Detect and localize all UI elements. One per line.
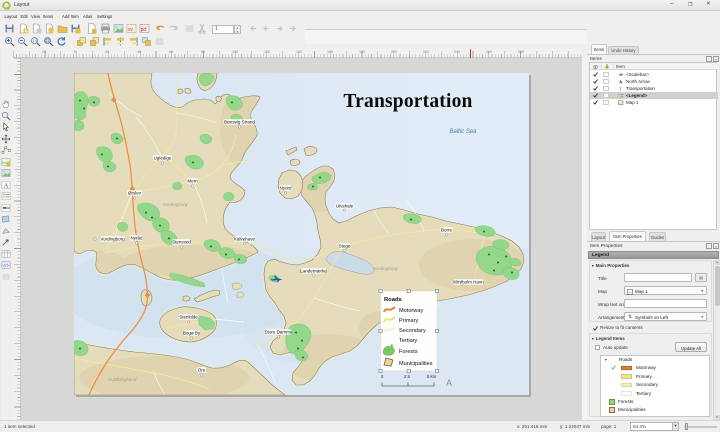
svg-text:Motorway: Motorway <box>399 308 423 314</box>
svg-text:pd: pd <box>141 27 147 33</box>
svg-text:Baltic Sea: Baltic Sea <box>449 129 477 135</box>
svg-text:A: A <box>4 182 9 189</box>
svg-text:Ugledige: Ugledige <box>153 156 171 161</box>
svg-text:Nyråd: Nyråd <box>130 235 143 241</box>
svg-text:Transportation: Transportation <box>343 91 472 112</box>
svg-text:Secondary: Secondary <box>399 328 426 334</box>
svg-text:Store Damme: Store Damme <box>264 330 292 335</box>
svg-text:Vordingborg: Vordingborg <box>162 202 187 207</box>
svg-text:Ørslev: Ørslev <box>127 191 141 196</box>
svg-text:Ulvshale: Ulvshale <box>335 204 353 209</box>
svg-text:Roads: Roads <box>384 297 402 303</box>
svg-text:2.5: 2.5 <box>404 374 410 379</box>
svg-text:Stege: Stege <box>338 244 350 249</box>
svg-text:Primary: Primary <box>399 318 418 324</box>
svg-text:5 km: 5 km <box>427 374 437 379</box>
svg-text:A: A <box>445 378 451 388</box>
svg-text:Vordingborg: Vordingborg <box>100 237 125 242</box>
svg-text:Bønsvig Strand: Bønsvig Strand <box>224 120 255 125</box>
svg-text:Stensved: Stensved <box>172 240 191 245</box>
svg-text:Municipalities: Municipalities <box>399 361 433 367</box>
svg-text:</>: </> <box>3 263 10 268</box>
svg-text:Kalvehave: Kalvehave <box>233 237 255 242</box>
svg-text:Bogø By: Bogø By <box>182 331 200 336</box>
svg-text:Ore: Ore <box>197 368 205 373</box>
svg-text:Nyord: Nyord <box>279 186 292 191</box>
svg-text:Klintholm Havn: Klintholm Havn <box>453 280 484 285</box>
svg-text:sv: sv <box>128 27 134 33</box>
svg-text:Borre: Borre <box>440 228 452 233</box>
svg-text:Vordingborg: Vordingborg <box>372 266 397 271</box>
svg-text:1:1: 1:1 <box>33 39 38 43</box>
svg-text:Forests: Forests <box>399 349 418 355</box>
svg-text:T: T <box>619 86 622 91</box>
svg-text:Guldborgsund: Guldborgsund <box>107 377 136 382</box>
svg-text:Tertiary: Tertiary <box>399 338 418 344</box>
svg-text:Stenkilde: Stenkilde <box>179 315 198 320</box>
svg-text:Landemærke: Landemærke <box>300 269 327 274</box>
svg-text:Mern: Mern <box>187 179 198 184</box>
